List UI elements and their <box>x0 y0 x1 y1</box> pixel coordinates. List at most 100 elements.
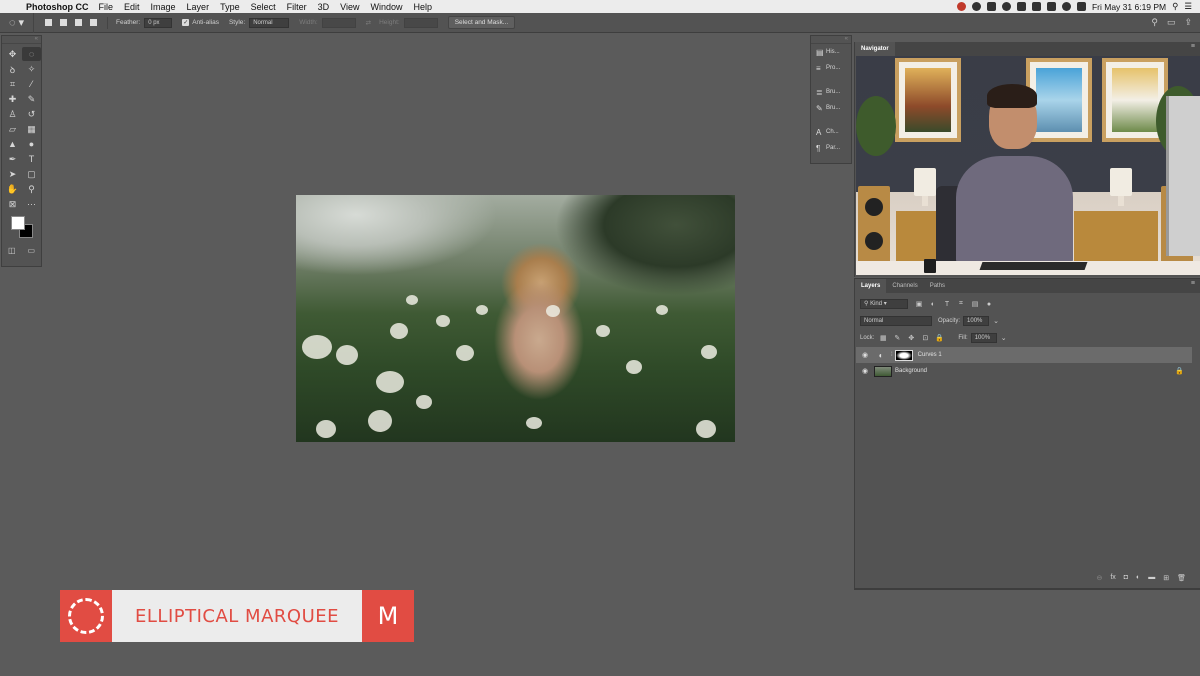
menu-view[interactable]: View <box>340 2 359 12</box>
menu-layer[interactable]: Layer <box>187 2 210 12</box>
history-panel-button[interactable]: ▤ His... <box>811 44 851 60</box>
tool-preset-picker[interactable]: ◌ ▾ <box>0 12 34 33</box>
document-image[interactable] <box>296 195 735 442</box>
new-layer-icon[interactable]: ⊞ <box>1163 574 1169 582</box>
quick-mask-icon[interactable]: ◫ <box>8 246 16 255</box>
fx-icon[interactable]: fx <box>1110 574 1115 582</box>
fill-input[interactable]: 100% <box>970 333 997 343</box>
lock-artboard-icon[interactable]: ⊡ <box>920 334 930 343</box>
add-selection-icon[interactable] <box>57 17 69 29</box>
menu-help[interactable]: Help <box>413 2 432 12</box>
layer-name[interactable]: Curves 1 <box>918 352 942 358</box>
notification-icon[interactable] <box>1031 2 1041 11</box>
layer-mask-thumbnail[interactable] <box>894 349 913 361</box>
trash-icon[interactable]: 🗑 <box>1177 574 1186 582</box>
paypal-icon[interactable] <box>986 2 996 11</box>
visibility-eye-icon[interactable]: ◉ <box>856 351 874 359</box>
move-tool-icon[interactable]: ✥ <box>3 47 22 61</box>
paragraph-panel-button[interactable]: ¶ Par... <box>811 140 851 156</box>
filter-toggle-icon[interactable]: ● <box>984 300 994 309</box>
panel-menu-icon[interactable]: ≡ <box>1191 280 1195 287</box>
pixel-filter-icon[interactable]: ▣ <box>914 300 924 309</box>
search-icon[interactable]: ⚲ <box>1151 17 1158 28</box>
smart-object-filter-icon[interactable]: ▤ <box>970 300 980 309</box>
notification-center-icon[interactable]: ☰ <box>1184 1 1192 12</box>
wifi-icon[interactable] <box>1061 2 1071 11</box>
workspace-icon[interactable]: ▭ <box>1167 17 1176 28</box>
layer-row-background[interactable]: ◉ Background 🔒 <box>856 363 1192 379</box>
select-and-mask-button[interactable]: Select and Mask... <box>447 16 516 29</box>
hand-tool-icon[interactable]: ✋ <box>3 182 22 196</box>
new-group-icon[interactable]: ▬ <box>1148 574 1155 582</box>
creative-cloud-icon[interactable] <box>956 2 966 11</box>
clock[interactable]: Fri May 31 6:19 PM <box>1092 2 1166 12</box>
feather-input[interactable]: 0 px <box>144 17 173 28</box>
clone-stamp-tool-icon[interactable]: ♙ <box>3 107 22 121</box>
add-mask-icon[interactable]: ◘ <box>1124 574 1128 582</box>
menu-type[interactable]: Type <box>220 2 240 12</box>
lock-position-icon[interactable]: ✥ <box>906 334 916 343</box>
skype-icon[interactable] <box>971 2 981 11</box>
spotlight-icon[interactable]: ⚲ <box>1172 1 1178 12</box>
subtract-selection-icon[interactable] <box>72 17 84 29</box>
gradient-tool-icon[interactable]: ▦ <box>22 122 41 136</box>
history-brush-tool-icon[interactable]: ↺ <box>22 107 41 121</box>
brushes-panel-button[interactable]: ✎ Bru... <box>811 100 851 116</box>
blend-mode-select[interactable]: Normal <box>860 316 932 326</box>
more-tools-icon[interactable]: ··· <box>22 197 41 211</box>
eyedropper-tool-icon[interactable]: ⁄ <box>22 77 41 91</box>
blur-tool-icon[interactable]: ▲ <box>3 137 22 151</box>
lock-all-icon[interactable]: 🔒 <box>934 334 944 343</box>
tab-paths[interactable]: Paths <box>924 279 951 293</box>
kind-filter-select[interactable]: ⚲ Kind ▾ <box>860 299 908 309</box>
chevron-down-icon[interactable]: ⌄ <box>991 317 1001 326</box>
path-selection-tool-icon[interactable]: ➤ <box>3 167 22 181</box>
layer-row-curves[interactable]: ◉ ◐ ⁞ Curves 1 <box>856 347 1192 363</box>
tab-navigator[interactable]: Navigator <box>855 42 895 56</box>
battery-icon[interactable] <box>1076 2 1086 11</box>
app-menu[interactable]: Photoshop CC <box>26 2 89 12</box>
elliptical-marquee-tool-icon[interactable]: ◌ <box>22 47 41 61</box>
shape-filter-icon[interactable]: ⌗ <box>956 300 966 309</box>
panel-grip[interactable]: « <box>2 36 41 44</box>
tab-layers[interactable]: Layers <box>855 279 887 293</box>
menu-select[interactable]: Select <box>251 2 276 12</box>
zoom-tool-icon[interactable]: ⚲ <box>22 182 41 196</box>
brush-settings-panel-button[interactable]: ≣ Bru... <box>811 84 851 100</box>
swap-icon[interactable]: ⇄ <box>366 19 371 27</box>
brush-tool-icon[interactable]: ✎ <box>22 92 41 106</box>
panel-grip[interactable]: « <box>811 36 851 44</box>
intersect-selection-icon[interactable] <box>87 17 99 29</box>
lock-icon[interactable]: 🔒 <box>1175 367 1184 375</box>
navigator-preview[interactable] <box>856 56 1200 275</box>
share-icon[interactable]: ⇪ <box>1184 17 1192 28</box>
character-panel-button[interactable]: A Ch... <box>811 124 851 140</box>
healing-brush-tool-icon[interactable]: ✚ <box>3 92 22 106</box>
screen-mode-icon[interactable]: ▭ <box>27 246 35 255</box>
link-layers-icon[interactable]: ⊖ <box>1096 574 1102 582</box>
antialias-checkbox[interactable]: ✓ <box>182 19 190 26</box>
style-select[interactable]: Normal <box>249 17 290 28</box>
rectangle-tool-icon[interactable]: ▢ <box>22 167 41 181</box>
chevron-down-icon[interactable]: ⌄ <box>999 334 1009 343</box>
panel-menu-icon[interactable]: ≡ <box>1191 43 1195 50</box>
menu-image[interactable]: Image <box>151 2 176 12</box>
tab-channels[interactable]: Channels <box>886 279 923 293</box>
lock-transparent-icon[interactable]: ▦ <box>878 334 888 343</box>
artboard-tool-icon[interactable]: ⊠ <box>3 197 22 211</box>
type-filter-icon[interactable]: T <box>942 300 952 309</box>
lock-pixels-icon[interactable]: ✎ <box>892 334 902 343</box>
opacity-input[interactable]: 100% <box>963 316 990 326</box>
foreground-color-swatch[interactable] <box>11 216 25 230</box>
menu-edit[interactable]: Edit <box>124 2 140 12</box>
cloud-icon[interactable] <box>1001 2 1011 11</box>
crop-tool-icon[interactable]: ⌗ <box>3 77 22 91</box>
height-input[interactable] <box>403 17 438 28</box>
menu-window[interactable]: Window <box>370 2 402 12</box>
lasso-tool-icon[interactable]: ꝺ <box>3 62 22 76</box>
layer-name[interactable]: Background <box>895 368 927 374</box>
visibility-eye-icon[interactable]: ◉ <box>856 367 874 375</box>
screen-icon[interactable] <box>1046 2 1056 11</box>
dodge-tool-icon[interactable]: ● <box>22 137 41 151</box>
width-input[interactable] <box>321 17 356 28</box>
